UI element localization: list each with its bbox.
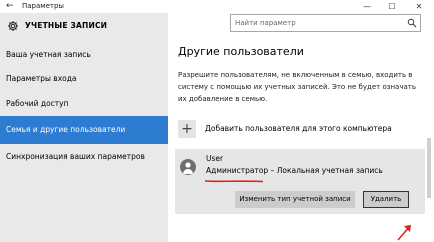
close-button[interactable]: ✕ [408, 0, 430, 13]
gear-icon [8, 21, 18, 31]
user-role-line: Администратор – Локальная учетная запись [206, 165, 383, 176]
search-icon [407, 18, 417, 28]
search-placeholder: Найти параметр [235, 19, 296, 27]
search-box[interactable]: Найти параметр [230, 14, 421, 32]
add-user-button[interactable]: + Добавить пользователя для этого компью… [175, 118, 425, 140]
sidebar-item-signin-options[interactable]: Параметры входа [0, 70, 168, 88]
title-bar: ← Параметры — ☐ ✕ [0, 0, 434, 13]
delete-user-button[interactable]: Удалить [363, 191, 409, 208]
annotation-underline [204, 180, 264, 183]
scrollbar-thumb[interactable] [427, 138, 431, 198]
change-account-type-button[interactable]: Изменить тип учетной записи [235, 191, 355, 208]
cursor-arrow-icon [397, 225, 411, 241]
window-title: Параметры [22, 2, 64, 10]
back-arrow-icon[interactable]: ← [6, 0, 14, 13]
info-text: Разрешите пользователям, не включенным в… [178, 71, 416, 103]
add-user-label: Добавить пользователя для этого компьюте… [205, 124, 392, 133]
sidebar-item-work-access[interactable]: Рабочий доступ [0, 95, 168, 113]
section-title: Другие пользователи [178, 45, 304, 58]
app-title: УЧЕТНЫЕ ЗАПИСИ [25, 21, 108, 30]
role-separator: – [268, 166, 277, 175]
avatar-icon [180, 159, 196, 175]
user-name: User [206, 154, 224, 163]
scrollbar[interactable] [426, 36, 432, 214]
maximize-button[interactable]: ☐ [381, 0, 403, 13]
sidebar-item-sync[interactable]: Синхронизация ваших параметров [0, 148, 168, 166]
minimize-button[interactable]: — [356, 0, 378, 13]
app-header: УЧЕТНЫЕ ЗАПИСИ [0, 13, 168, 39]
user-role: Администратор [206, 166, 269, 175]
sidebar-item-account[interactable]: Ваша учетная запись [0, 46, 168, 64]
sidebar-item-family[interactable]: Семья и другие пользователи [0, 116, 168, 144]
user-account-type: Локальная учетная запись [276, 166, 383, 175]
plus-icon: + [178, 120, 196, 138]
